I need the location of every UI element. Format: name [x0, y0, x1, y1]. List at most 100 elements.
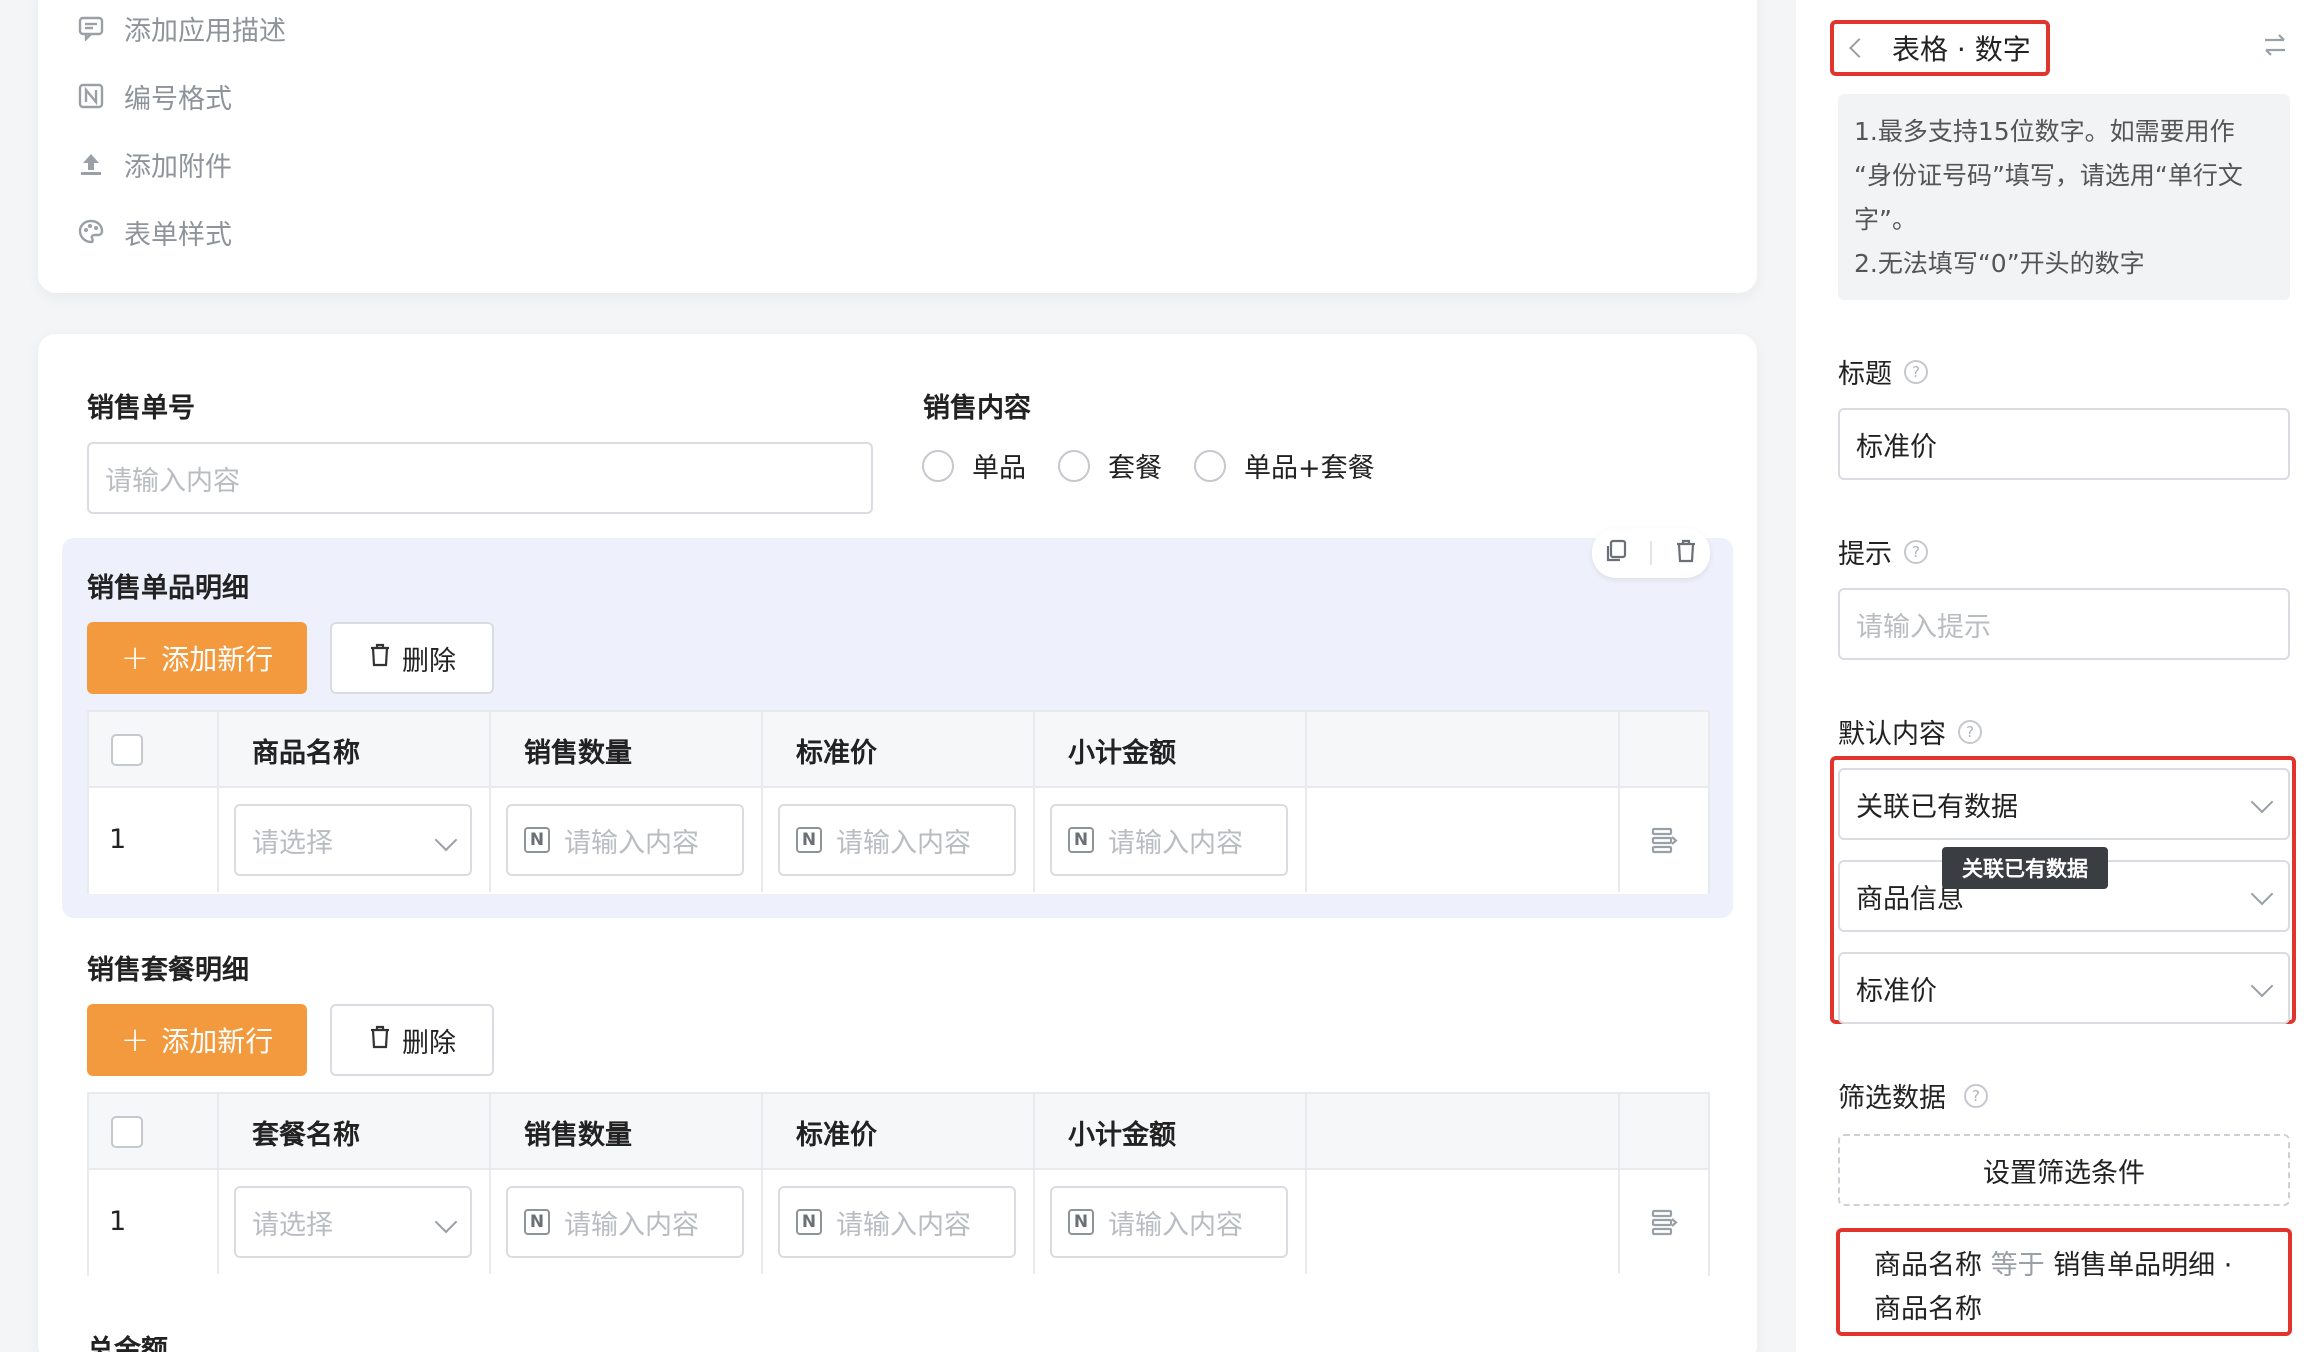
condition-value-continued: 商品名称 [1874, 1294, 1982, 1325]
filter-condition[interactable]: 商品名称 等于 销售单品明细 · 商品名称 [1836, 1228, 2292, 1336]
label-text: 标题 [1838, 359, 1892, 390]
radio-circle[interactable] [922, 449, 954, 482]
radio-label: 单品+套餐 [1244, 453, 1375, 484]
add-row-label: 添加新行 [161, 643, 274, 676]
default-field-select[interactable]: 标准价 [1838, 952, 2290, 1024]
input-placeholder: 请输入内容 [836, 1209, 971, 1241]
filter-setting-label: 筛选数据 ? [1838, 1076, 1988, 1115]
label-text: 默认内容 [1838, 719, 1946, 750]
field-type-breadcrumb[interactable]: 表格 · 数字 [1830, 20, 2050, 76]
chevron-down-icon [2250, 790, 2274, 814]
condition-operator: 等于 [1990, 1250, 2045, 1281]
quantity-input[interactable]: N 请输入内容 [506, 804, 744, 876]
column-header: 标准价 [796, 1119, 877, 1151]
radio-single[interactable]: 单品 [922, 446, 1026, 485]
upload-icon [76, 149, 106, 179]
condition-value: 销售单品明细 · [2053, 1250, 2233, 1281]
column-divider [1618, 1094, 1620, 1274]
package-table-title: 销售套餐明细 [87, 955, 249, 986]
tip-line: “身份证号码”填写，请选用“单行文 [1854, 161, 2243, 190]
trash-icon [368, 642, 392, 675]
condition-line: 商品名称 等于 销售单品明细 · [1874, 1244, 2254, 1288]
select-value: 标准价 [1856, 975, 1937, 1007]
menu-number-format[interactable]: 编号格式 [76, 76, 232, 116]
row-detail-icon[interactable] [1651, 826, 1679, 858]
delete-label: 删除 [402, 645, 456, 677]
menu-form-style[interactable]: 表单样式 [76, 212, 232, 252]
breadcrumb-text: 表格 · 数字 [1892, 33, 2031, 66]
column-divider [1033, 712, 1035, 892]
help-icon[interactable]: ? [1904, 359, 1928, 384]
number-icon: N [796, 827, 822, 853]
comment-icon [76, 13, 106, 43]
menu-label: 编号格式 [124, 83, 232, 115]
tip-line: 1.最多支持15位数字。如需要用作 [1854, 117, 2235, 146]
help-icon[interactable]: ? [1958, 719, 1982, 744]
title-setting-label: 标题 ? [1838, 352, 1928, 391]
radio-circle[interactable] [1058, 449, 1090, 482]
chevron-down-icon [2250, 882, 2274, 906]
radio-circle[interactable] [1194, 449, 1226, 482]
table-header: 套餐名称 销售数量 标准价 小计金额 [89, 1094, 1708, 1170]
table-row: 1 请选择 N 请输入内容 N 请输入内容 N 请输入内容 [89, 788, 1708, 894]
product-select[interactable]: 请选择 [234, 804, 472, 876]
column-divider [1033, 1094, 1035, 1274]
add-row-button[interactable]: + 添加新行 [87, 622, 307, 694]
set-filter-button[interactable]: 设置筛选条件 [1838, 1134, 2290, 1206]
number-icon: N [524, 827, 550, 853]
order-no-input[interactable]: 请输入内容 [87, 442, 873, 514]
label-text: 提示 [1838, 539, 1892, 570]
tooltip: 关联已有数据 [1942, 847, 2108, 889]
order-no-label: 销售单号 [87, 393, 195, 424]
menu-add-description[interactable]: 添加应用描述 [76, 8, 286, 48]
switch-type-icon[interactable] [2262, 32, 2288, 62]
delete-label: 删除 [402, 1027, 456, 1059]
row-number: 1 [109, 1206, 127, 1237]
menu-add-attachment[interactable]: 添加附件 [76, 144, 232, 184]
package-select[interactable]: 请选择 [234, 1186, 472, 1258]
toolbar-divider [1649, 541, 1652, 565]
content-label: 销售内容 [923, 393, 1031, 424]
radio-single-and-package[interactable]: 单品+套餐 [1194, 446, 1375, 485]
help-icon[interactable]: ? [1964, 1083, 1988, 1108]
package-items-table: 套餐名称 销售数量 标准价 小计金额 1 请选择 N 请输入内容 N 请输入内容… [87, 1092, 1710, 1276]
number-icon: N [1068, 1209, 1094, 1235]
price-input[interactable]: N 请输入内容 [778, 804, 1016, 876]
select-all-checkbox[interactable] [111, 734, 143, 766]
chevron-left-icon[interactable] [1849, 38, 1869, 58]
title-input[interactable]: 标准价 [1838, 408, 2290, 480]
field-tips: 1.最多支持15位数字。如需要用作 “身份证号码”填写，请选用“单行文 字”。 … [1838, 94, 2290, 300]
quantity-input[interactable]: N 请输入内容 [506, 1186, 744, 1258]
tip-line: 字”。 [1854, 205, 1917, 234]
column-header: 小计金额 [1068, 737, 1176, 769]
delete-rows-button[interactable]: 删除 [330, 622, 494, 694]
chevron-down-icon [434, 828, 458, 852]
radio-package[interactable]: 套餐 [1058, 446, 1162, 485]
chevron-down-icon [2250, 974, 2274, 998]
row-detail-icon[interactable] [1651, 1208, 1679, 1240]
subtotal-input[interactable]: N 请输入内容 [1050, 1186, 1288, 1258]
column-divider [761, 712, 763, 892]
radio-label: 单品 [972, 453, 1026, 484]
palette-icon [76, 217, 106, 247]
delete-rows-button[interactable]: 删除 [330, 1004, 494, 1076]
menu-label: 添加应用描述 [124, 15, 286, 47]
column-divider [761, 1094, 763, 1274]
add-row-button[interactable]: + 添加新行 [87, 1004, 307, 1076]
hint-input[interactable]: 请输入提示 [1838, 588, 2290, 660]
select-all-checkbox[interactable] [111, 1116, 143, 1148]
plus-icon: + [120, 638, 150, 678]
subtotal-input[interactable]: N 请输入内容 [1050, 804, 1288, 876]
column-header: 小计金额 [1068, 1119, 1176, 1151]
copy-icon[interactable] [1603, 538, 1629, 568]
default-mode-select[interactable]: 关联已有数据 [1838, 768, 2290, 840]
number-icon: N [524, 1209, 550, 1235]
price-input[interactable]: N 请输入内容 [778, 1186, 1016, 1258]
hint-setting-label: 提示 ? [1838, 532, 1928, 571]
column-header: 销售数量 [524, 737, 632, 769]
single-items-table: 商品名称 销售数量 标准价 小计金额 1 请选择 N 请输入内容 N 请输入内容… [87, 710, 1710, 894]
column-header: 销售数量 [524, 1119, 632, 1151]
tip-line: 2.无法填写“0”开头的数字 [1854, 249, 2145, 278]
trash-icon[interactable] [1673, 538, 1699, 568]
help-icon[interactable]: ? [1904, 539, 1928, 564]
